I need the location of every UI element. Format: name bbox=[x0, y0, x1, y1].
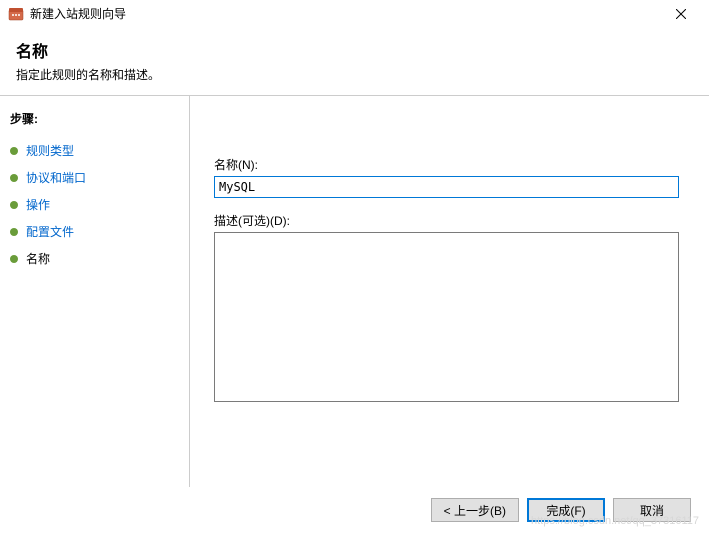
footer: < 上一步(B) 完成(F) 取消 bbox=[0, 487, 709, 533]
step-bullet-icon bbox=[10, 174, 18, 182]
sidebar-item-action[interactable]: 操作 bbox=[6, 191, 183, 218]
sidebar-item-protocol-port[interactable]: 协议和端口 bbox=[6, 164, 183, 191]
sidebar-item-label: 规则类型 bbox=[26, 142, 74, 159]
sidebar-item-label: 操作 bbox=[26, 196, 50, 213]
sidebar-item-label: 协议和端口 bbox=[26, 169, 86, 186]
back-button[interactable]: < 上一步(B) bbox=[431, 498, 519, 522]
cancel-button[interactable]: 取消 bbox=[613, 498, 691, 522]
step-bullet-icon bbox=[10, 255, 18, 263]
step-bullet-icon bbox=[10, 201, 18, 209]
sidebar-item-rule-type[interactable]: 规则类型 bbox=[6, 137, 183, 164]
name-label: 名称(N): bbox=[214, 156, 685, 173]
sidebar-item-label: 名称 bbox=[26, 250, 50, 267]
page-subtitle: 指定此规则的名称和描述。 bbox=[16, 66, 693, 83]
steps-header: 步骤: bbox=[10, 110, 183, 127]
name-input[interactable] bbox=[214, 176, 679, 198]
step-bullet-icon bbox=[10, 147, 18, 155]
finish-button[interactable]: 完成(F) bbox=[527, 498, 605, 522]
app-icon bbox=[8, 6, 24, 22]
titlebar: 新建入站规则向导 bbox=[0, 0, 709, 28]
close-button[interactable] bbox=[661, 0, 701, 28]
sidebar-item-label: 配置文件 bbox=[26, 223, 74, 240]
header: 名称 指定此规则的名称和描述。 bbox=[0, 28, 709, 96]
body: 步骤: 规则类型 协议和端口 操作 配置文件 名称 名称(N): 描述(可选)(… bbox=[0, 96, 709, 498]
window-title: 新建入站规则向导 bbox=[30, 5, 661, 22]
sidebar: 步骤: 规则类型 协议和端口 操作 配置文件 名称 bbox=[0, 96, 190, 498]
step-bullet-icon bbox=[10, 228, 18, 236]
description-input[interactable] bbox=[214, 232, 679, 402]
close-icon bbox=[676, 9, 686, 19]
main-panel: 名称(N): 描述(可选)(D): bbox=[190, 96, 709, 498]
description-label: 描述(可选)(D): bbox=[214, 212, 685, 229]
page-title: 名称 bbox=[16, 38, 693, 62]
sidebar-item-name[interactable]: 名称 bbox=[6, 245, 183, 272]
sidebar-item-profile[interactable]: 配置文件 bbox=[6, 218, 183, 245]
